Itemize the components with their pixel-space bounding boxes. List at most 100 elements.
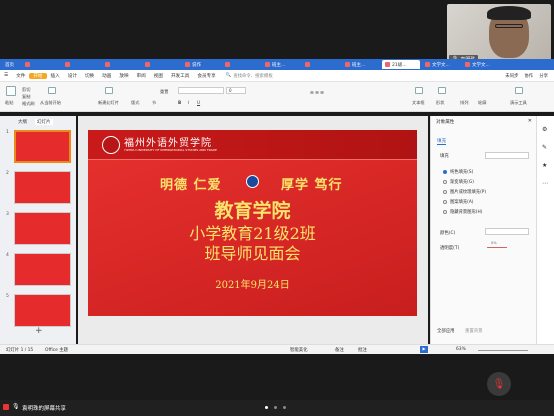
menu-item[interactable]: 审阅	[133, 73, 150, 79]
app-tab[interactable]: 说作	[182, 60, 220, 69]
font-size-select[interactable]: 0	[226, 87, 246, 94]
zoom-level[interactable]: 63%	[456, 347, 466, 352]
more-icon[interactable]: ⋯	[542, 180, 548, 187]
close-icon[interactable]: ✕	[528, 118, 532, 124]
present-tools-button[interactable]: 演示工具	[510, 100, 527, 106]
page-dot[interactable]	[283, 406, 286, 409]
zoom-slider[interactable]	[478, 350, 528, 351]
share-status-icon	[3, 404, 9, 410]
transparency-slider[interactable]	[487, 247, 507, 248]
tab-label: 文学文...	[432, 62, 450, 68]
slide-thumbnail[interactable]	[14, 253, 71, 286]
unsync-button[interactable]: 未同步	[505, 73, 518, 79]
fill-option-radio[interactable]	[443, 180, 447, 184]
app-tab[interactable]: 文学文...	[462, 60, 500, 69]
share-label: 袁明珠的屏幕共享	[22, 406, 67, 412]
copy-button[interactable]: 复制	[22, 94, 30, 100]
menu-item[interactable]: 插入	[47, 73, 64, 79]
app-tab[interactable]	[142, 60, 180, 69]
animation-icon[interactable]: ★	[542, 162, 547, 169]
fill-tab[interactable]: 填充	[437, 138, 447, 145]
app-tab[interactable]	[22, 60, 60, 69]
app-tab[interactable]: 班主...	[262, 60, 300, 69]
text-align-icon[interactable]: ☰ ☰ ☰	[310, 90, 324, 95]
section-button[interactable]: 节	[152, 100, 156, 106]
app-tab[interactable]	[222, 60, 260, 69]
color-picker[interactable]	[485, 228, 529, 235]
from-start-icon[interactable]	[48, 87, 56, 94]
menu-item[interactable]: 开始	[29, 72, 47, 79]
cut-button[interactable]: 剪切	[22, 87, 30, 93]
format-painter-button[interactable]: 格式刷	[22, 101, 35, 107]
fill-option-radio[interactable]	[443, 170, 447, 174]
menu-item[interactable]: 开发工具	[167, 73, 193, 79]
tab-slides[interactable]: 幻灯片	[35, 119, 53, 125]
new-slide-icon[interactable]	[105, 87, 113, 94]
menu-item[interactable]: 文件	[12, 73, 29, 79]
fill-dropdown[interactable]	[485, 152, 529, 159]
present-tools-icon[interactable]	[515, 87, 523, 94]
slide-thumbnail[interactable]	[14, 130, 71, 163]
new-slide-button[interactable]: 新建幻灯片	[98, 100, 119, 106]
text-box-icon[interactable]	[415, 87, 423, 94]
italic-button[interactable]: I	[188, 100, 189, 105]
shape-icon[interactable]	[438, 87, 446, 94]
slide-thumbnail[interactable]	[14, 212, 71, 245]
paste-button[interactable]: 粘贴	[5, 100, 13, 106]
app-tab[interactable]: 首页	[2, 60, 20, 69]
app-menu-icon[interactable]: ☰	[0, 73, 12, 78]
collab-button[interactable]: 协作	[524, 73, 533, 79]
menu-item[interactable]: 动画	[98, 73, 115, 79]
page-dot[interactable]	[274, 406, 277, 409]
fill-option-radio[interactable]	[443, 210, 447, 214]
menu-item[interactable]: 设计	[64, 73, 81, 79]
comments-button[interactable]: 批注	[358, 347, 367, 353]
menu-item[interactable]: 放映	[115, 73, 132, 79]
slide-thumbnail[interactable]	[14, 294, 71, 327]
apply-all-button[interactable]: 全部应用	[437, 328, 455, 334]
layout-button[interactable]: 版式	[131, 100, 139, 106]
document-icon	[265, 62, 270, 67]
search-box[interactable]: 🔍 查找命令、搜索模板	[226, 73, 273, 79]
arrange-button[interactable]: 排列	[460, 100, 468, 106]
shape-button[interactable]: 形状	[436, 100, 444, 106]
play-icon[interactable]: ▶	[420, 346, 428, 353]
search-icon: 🔍	[225, 73, 232, 78]
reset-button[interactable]: 重置	[160, 89, 168, 95]
document-icon	[25, 62, 30, 67]
style-icon[interactable]: ✎	[542, 144, 547, 151]
menu-item[interactable]: 视图	[150, 73, 167, 79]
fill-option-radio[interactable]	[443, 190, 447, 194]
fill-option-radio[interactable]	[443, 200, 447, 204]
current-slide[interactable]: 福州外语外贸学院 YIZHOU UNIVERSITY OF INTERNATIO…	[88, 130, 417, 316]
from-start-button[interactable]: 从当前开始	[40, 100, 61, 106]
app-tab[interactable]: 班主...	[342, 60, 380, 69]
smart-beautify-button[interactable]: 智能美化	[290, 347, 308, 353]
mic-toggle-button[interactable]: 🎙	[487, 372, 511, 396]
paste-icon[interactable]	[6, 86, 16, 96]
menu-item[interactable]: 会员专享	[193, 73, 219, 79]
font-family-select[interactable]	[178, 87, 224, 94]
app-tab[interactable]: 21级...	[382, 60, 420, 69]
notes-button[interactable]: 备注	[335, 347, 344, 353]
app-tab[interactable]	[302, 60, 340, 69]
app-tab[interactable]	[62, 60, 100, 69]
mic-small-icon: 🎙	[12, 403, 20, 410]
page-dots[interactable]	[265, 406, 286, 409]
menu-item[interactable]: 切换	[81, 73, 98, 79]
app-tab[interactable]	[102, 60, 140, 69]
page-dot-active[interactable]	[265, 406, 268, 409]
tab-outline[interactable]: 大纲	[18, 119, 27, 125]
document-icon	[225, 62, 230, 67]
outline-button[interactable]: 轮廓	[478, 100, 486, 106]
add-slide-button[interactable]: +	[35, 326, 43, 336]
bold-button[interactable]: B	[178, 100, 181, 105]
app-tab[interactable]: 文学文...	[422, 60, 460, 69]
slide-thumbnail[interactable]	[14, 171, 71, 204]
properties-icon[interactable]: ⚙	[542, 126, 547, 133]
text-box-button[interactable]: 文本框	[412, 100, 425, 106]
share-button[interactable]: 分享	[539, 73, 548, 79]
document-icon	[305, 62, 310, 67]
underline-button[interactable]: U	[197, 100, 200, 105]
reset-bg-button[interactable]: 重置背景	[465, 328, 483, 334]
